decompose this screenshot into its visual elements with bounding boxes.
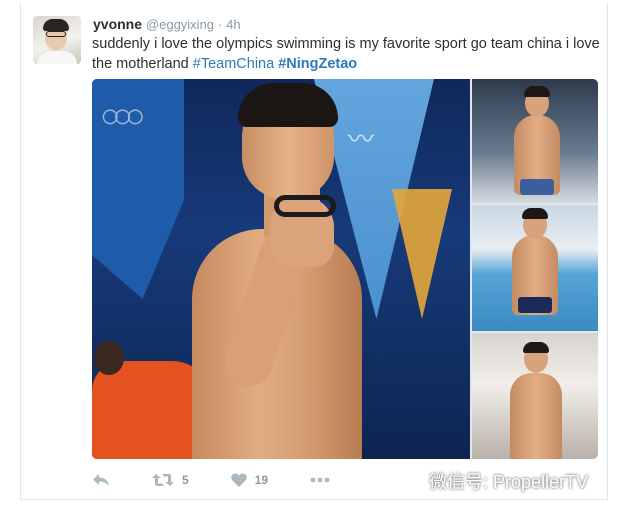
hashtag-link[interactable]: #NingZetao [278,56,357,72]
spectator-head [94,341,124,375]
swimmer-hair [522,208,548,219]
goggles-icon [274,195,336,217]
author-handle[interactable]: @eggyixing [146,17,214,32]
olympic-rings-icon: ○○○ [100,97,146,135]
media-photo-thumb[interactable] [472,333,598,459]
retweet-icon [152,473,174,487]
avatar-shirt [37,50,77,64]
author-name[interactable]: yvonne [93,16,142,32]
swimmer-hair [523,342,549,353]
reply-icon [92,473,110,487]
tweet-timestamp[interactable]: 4h [226,17,240,32]
media-photo-thumb[interactable] [472,205,598,331]
header-separator: · [217,17,223,32]
pennant-gold [392,189,452,319]
media-grid: ○○○ 〰 [92,79,598,459]
heart-icon [230,473,247,487]
tweet-text: suddenly i love the olympics swimming is… [92,34,602,74]
wechat-icon [393,466,429,495]
reply-button[interactable] [92,473,110,487]
swimmer-hair [238,83,338,127]
swim-trunks [518,297,552,313]
hashtag-link[interactable]: #TeamChina [193,56,274,72]
tweet-header: yvonne @eggyixing · 4h [93,15,241,34]
retweet-count: 5 [182,473,189,487]
avatar[interactable] [33,16,81,64]
more-dots-icon [310,477,330,483]
more-button[interactable] [310,477,330,483]
avatar-hair [43,19,69,31]
retweet-button[interactable]: 5 [152,473,189,487]
swim-trunks [520,179,554,195]
swimmer-torso [510,373,562,459]
tweet-card[interactable]: yvonne @eggyixing · 4h suddenly i love t… [20,3,608,500]
watermark-text: 微信号: PropellerTV [429,471,589,492]
swimmer-hair [524,86,550,97]
avatar-glasses [46,31,66,37]
media-photo-thumb[interactable] [472,79,598,203]
like-button[interactable]: 19 [230,473,269,487]
media-photo-main[interactable]: ○○○ 〰 [92,79,470,459]
tweet-actions: 5 19 [92,469,372,491]
like-count: 19 [254,473,269,487]
wechat-watermark: 微信号: PropellerTV [393,466,588,495]
wave-logo-icon: 〰 [348,124,375,154]
